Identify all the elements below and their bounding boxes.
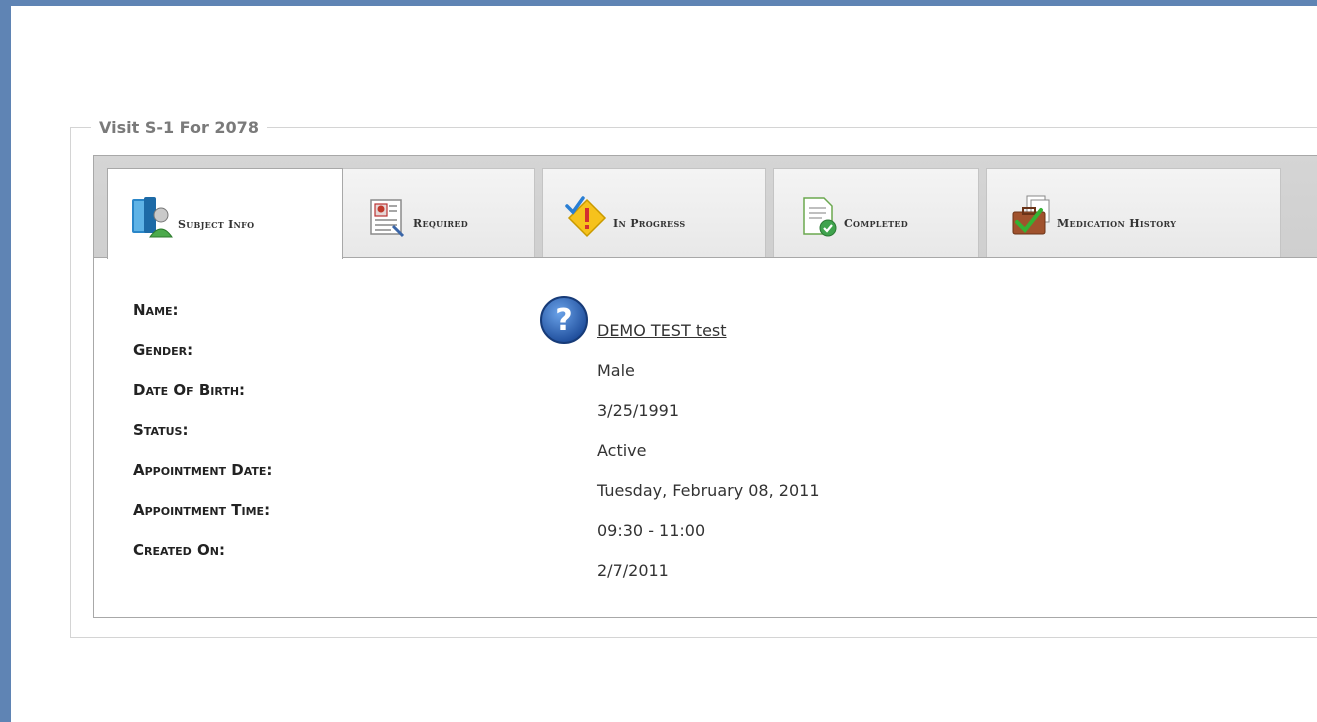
dob-value: 3/25/1991 xyxy=(597,401,680,420)
created-on-value: 2/7/2011 xyxy=(597,561,669,580)
appointment-time-value: 09:30 - 11:00 xyxy=(597,521,706,540)
in-progress-icon xyxy=(565,196,607,238)
svg-text:?: ? xyxy=(555,303,572,338)
dob-label: Date Of Birth: xyxy=(133,381,246,399)
window-frame-top xyxy=(0,0,1317,6)
subject-info-values: DEMO TEST test Male 3/25/1991 Active Tue… xyxy=(597,320,820,600)
appointment-date-value: Tuesday, February 08, 2011 xyxy=(597,481,820,500)
tab-in-progress[interactable]: In Progress xyxy=(542,168,766,257)
subject-info-labels: Name: Gender: Date Of Birth: Status: App… xyxy=(133,300,272,580)
gender-value: Male xyxy=(597,361,635,380)
created-on-label: Created On: xyxy=(133,541,225,559)
gender-label: Gender: xyxy=(133,341,194,359)
tab-label: Completed xyxy=(844,216,909,230)
status-value: Active xyxy=(597,441,647,460)
tab-subject-info[interactable]: Subject Info xyxy=(107,168,343,259)
help-icon[interactable]: ? xyxy=(538,294,590,346)
status-label: Status: xyxy=(133,421,189,439)
name-label: Name: xyxy=(133,301,179,319)
tab-required[interactable]: Required xyxy=(342,168,535,257)
tab-medication-history[interactable]: Medication History xyxy=(986,168,1281,257)
completed-icon xyxy=(803,197,837,237)
visit-legend: Visit S-1 For 2078 xyxy=(99,118,259,137)
subject-name-link[interactable]: DEMO TEST test xyxy=(597,321,727,340)
required-icon xyxy=(370,199,405,238)
medication-history-icon xyxy=(1012,195,1050,235)
appointment-date-label: Appointment Date: xyxy=(133,461,273,479)
tab-strip: Subject Info Required In Progress Comple… xyxy=(94,156,1317,259)
appointment-time-label: Appointment Time: xyxy=(133,501,271,519)
tab-label: In Progress xyxy=(613,216,686,230)
window-frame-left xyxy=(0,0,11,722)
subject-info-icon xyxy=(132,197,173,238)
tab-label: Subject Info xyxy=(178,217,255,231)
tab-label: Medication History xyxy=(1057,216,1177,230)
tab-completed[interactable]: Completed xyxy=(773,168,979,257)
tab-label: Required xyxy=(413,216,469,230)
